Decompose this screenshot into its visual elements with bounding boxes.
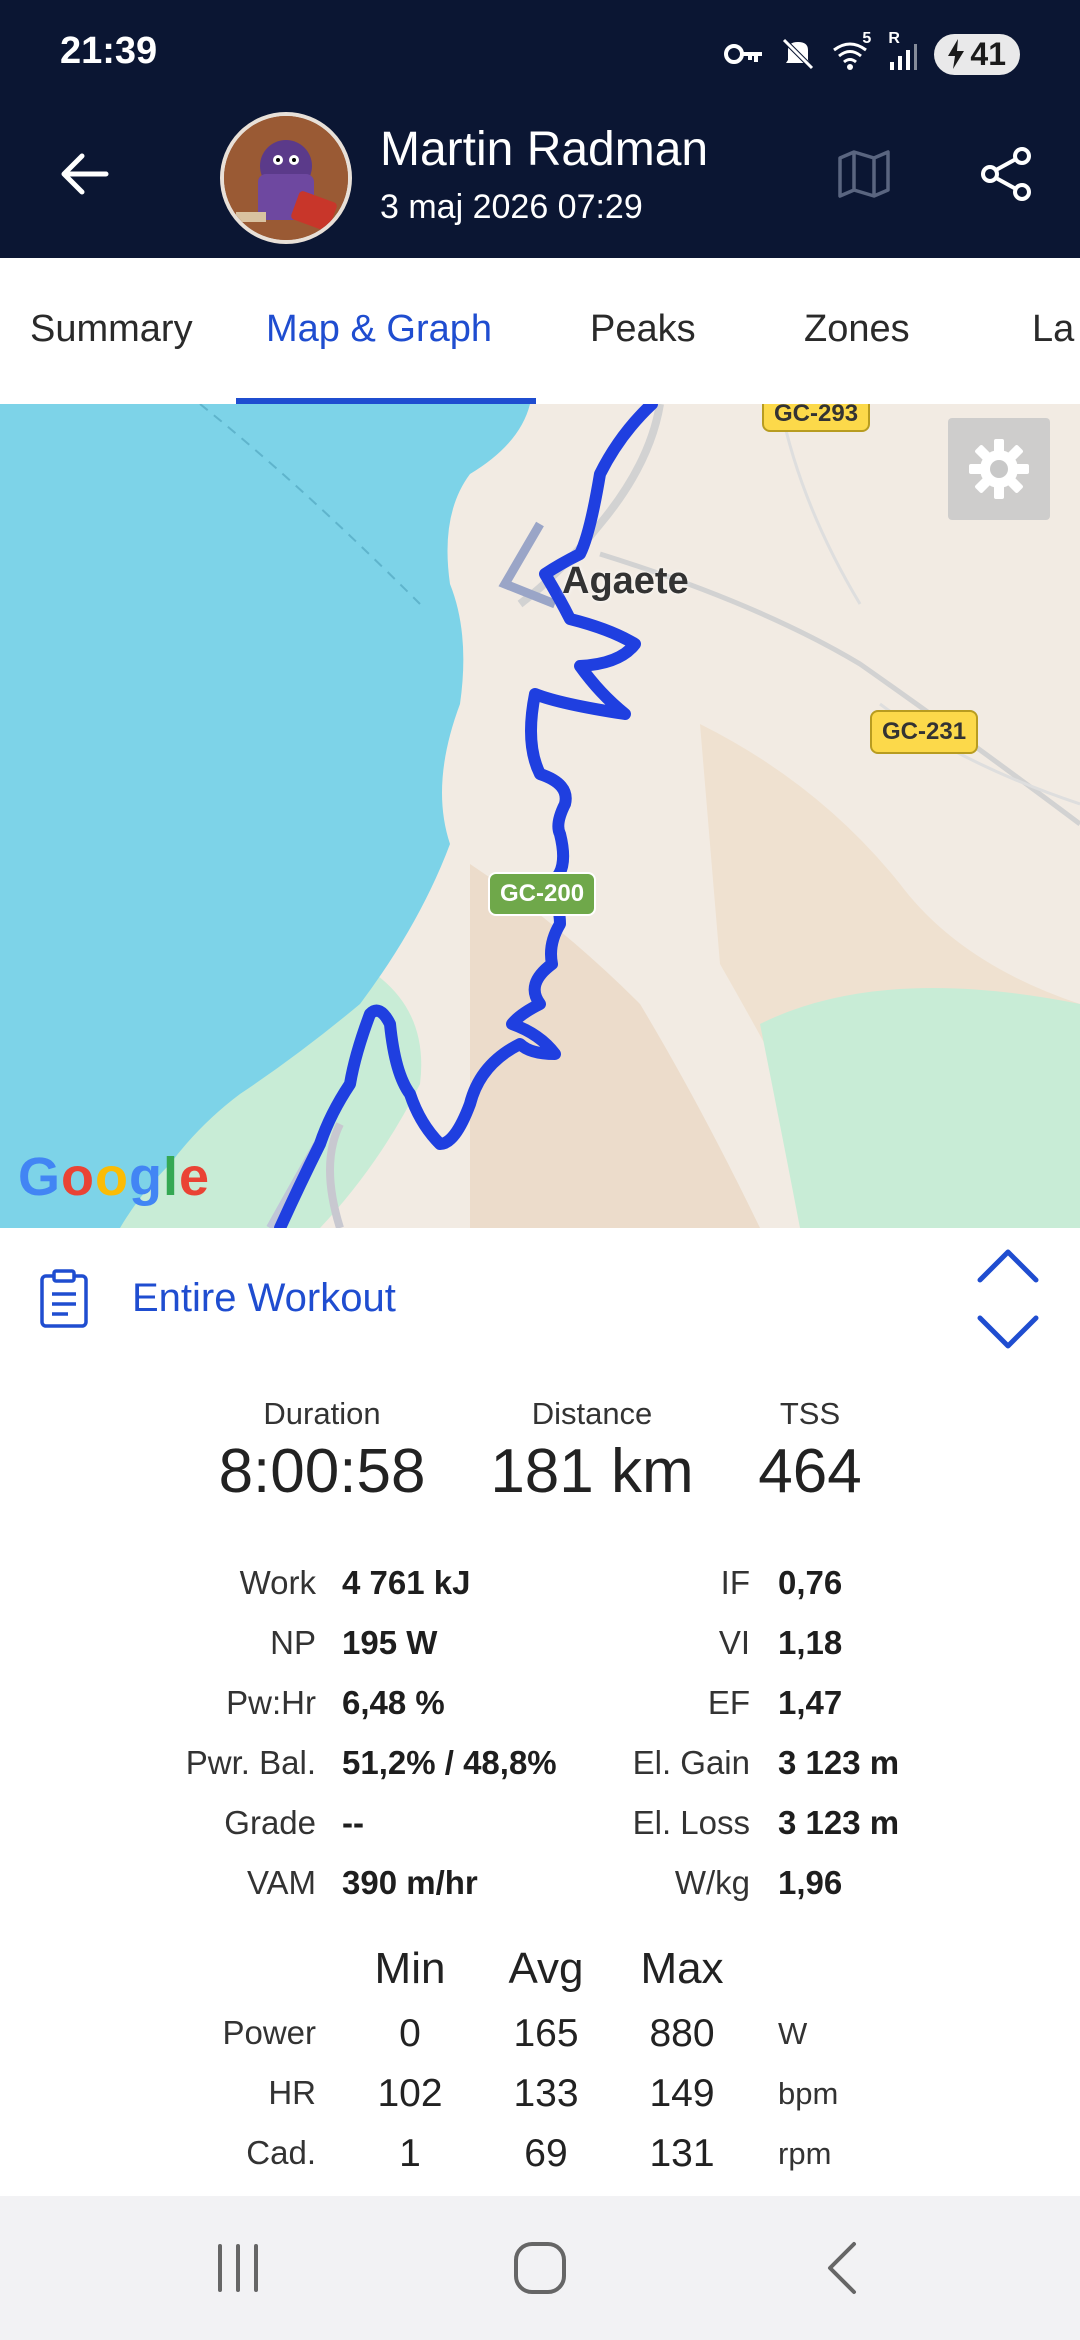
metric-label: W/kg [674, 1864, 750, 1901]
minmax-unit: rpm [778, 2136, 832, 2171]
metric-label: El. Loss [632, 1804, 750, 1841]
metric-value: 4 761 kJ [342, 1564, 471, 1601]
minmax-max: 880 [649, 2012, 715, 2055]
roaming-label: R [888, 30, 900, 47]
minmax-unit: W [778, 2016, 808, 2051]
map-icon[interactable] [836, 146, 892, 202]
minmax-avg: 69 [524, 2132, 568, 2175]
metric-value: 195 W [342, 1624, 438, 1661]
metric-label: Pwr. Bal. [185, 1744, 316, 1781]
gear-icon [969, 439, 1029, 499]
metric-label: Work [239, 1564, 316, 1601]
workout-date: 3 maj 2026 07:29 [380, 188, 643, 226]
tab-bar: Summary Map & Graph Peaks Zones La [0, 258, 1080, 405]
metric-label: VAM [246, 1864, 316, 1901]
place-label-agaete: Agaete [562, 560, 689, 602]
minmax-header-max: Max [640, 1944, 724, 1993]
metric-label: EF [707, 1684, 750, 1721]
metric-value: 6,48 % [342, 1684, 445, 1721]
home-icon[interactable] [510, 2238, 570, 2298]
google-logo: Google [18, 1147, 211, 1207]
metric-label: NP [270, 1624, 316, 1661]
minmax-row-label: HR [268, 2074, 316, 2111]
tss-label: TSS [779, 1396, 841, 1431]
signal-band-label: 5 [862, 30, 872, 47]
back-nav-icon[interactable] [814, 2238, 874, 2298]
workout-selector-label[interactable]: Entire Workout [132, 1276, 396, 1321]
metric-label: IF [720, 1564, 750, 1601]
metric-value: 0,76 [778, 1564, 843, 1601]
duration-value: 8:00:58 [218, 1437, 426, 1506]
road-label-gc200: GC-200 [488, 872, 597, 916]
minmax-row-label: Power [222, 2014, 316, 2051]
road-label-gc231: GC-231 [870, 710, 979, 754]
metric-label: El. Gain [632, 1744, 750, 1781]
minmax-max: 131 [649, 2132, 715, 2175]
metric-value: 3 123 m [778, 1804, 900, 1841]
minmax-header-min: Min [374, 1944, 446, 1993]
distance-value: 181 km [490, 1437, 694, 1506]
metric-value: 390 m/hr [342, 1864, 478, 1901]
minmax-unit: bpm [778, 2076, 839, 2111]
map-settings-button[interactable] [948, 418, 1050, 520]
minmax-header-avg: Avg [508, 1944, 584, 1993]
workout-selector[interactable]: Entire Workout [0, 1228, 1080, 1368]
avatar[interactable] [220, 112, 352, 244]
back-arrow-icon[interactable] [56, 146, 112, 202]
avatar-image [224, 116, 348, 240]
metric-value: -- [342, 1804, 364, 1841]
share-icon[interactable] [978, 146, 1034, 202]
clipboard-icon [40, 1269, 88, 1328]
cell-indicator: R [888, 30, 918, 72]
battery-level: 41 [970, 35, 1006, 72]
minmax-avg: 133 [513, 2072, 579, 2115]
route-map[interactable]: GC-293 GC-231 GC-200 Agaete Google [0, 404, 1080, 1228]
minmax-avg: 165 [513, 2012, 579, 2055]
tss-value: 464 [758, 1437, 862, 1506]
status-time: 21:39 [60, 30, 158, 72]
tab-peaks[interactable]: Peaks [590, 308, 696, 351]
road-label-gc293: GC-293 [762, 404, 871, 432]
metric-value: 1,47 [778, 1684, 843, 1721]
chevron-down-icon[interactable] [976, 1312, 1040, 1352]
minmax-min: 102 [377, 2072, 443, 2115]
minmax-row-label: Cad. [246, 2134, 316, 2171]
system-nav-bar [0, 2196, 1080, 2340]
user-name: Martin Radman [380, 123, 709, 176]
metric-value: 1,18 [778, 1624, 843, 1661]
duration-label: Duration [263, 1396, 381, 1431]
metric-label: Pw:Hr [226, 1684, 316, 1721]
minmax-max: 149 [649, 2072, 715, 2115]
battery-indicator: 41 [934, 33, 1020, 75]
vpn-key-icon [724, 44, 763, 64]
chevron-up-icon[interactable] [976, 1246, 1040, 1286]
mute-icon [782, 38, 815, 70]
metric-value: 3 123 m [778, 1744, 900, 1781]
tab-map-graph[interactable]: Map & Graph [266, 308, 492, 351]
tab-summary[interactable]: Summary [30, 308, 193, 351]
recent-apps-icon[interactable] [208, 2238, 268, 2298]
metric-value: 51,2% / 48,8% [342, 1744, 557, 1781]
minmax-min: 0 [399, 2012, 421, 2055]
tab-laps[interactable]: La [1032, 308, 1074, 351]
metric-label: Grade [224, 1804, 316, 1841]
minmax-min: 1 [399, 2132, 421, 2175]
status-icons: 5 R 41 [724, 30, 1020, 78]
wifi-indicator: 5 [832, 30, 872, 72]
metric-value: 1,96 [778, 1864, 843, 1901]
map-canvas [0, 404, 1080, 1228]
tab-zones[interactable]: Zones [804, 308, 910, 351]
metric-label: VI [718, 1624, 750, 1661]
app-header: 21:39 5 R 41 Martin Radman 3 maj 2026 07… [0, 0, 1080, 258]
distance-label: Distance [531, 1396, 653, 1431]
charging-bolt-icon [948, 39, 965, 69]
